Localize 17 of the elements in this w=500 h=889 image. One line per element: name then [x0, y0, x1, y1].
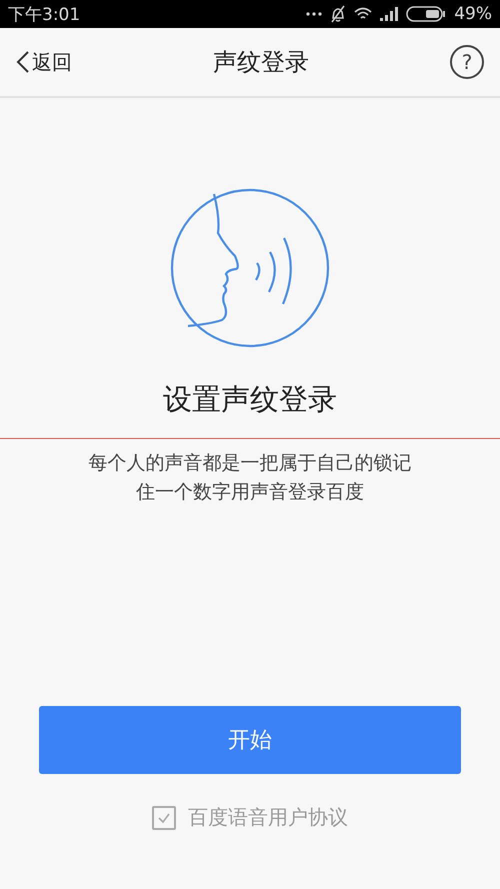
start-button[interactable]: 开始 [39, 706, 461, 774]
battery-icon [406, 6, 446, 22]
description-text: 每个人的声音都是一把属于自己的锁记住一个数字用声音登录百度 [88, 451, 412, 505]
signal-icon [380, 7, 398, 21]
back-button[interactable]: 返回 [16, 48, 72, 76]
mute-icon [330, 5, 346, 23]
agreement-checkbox[interactable] [152, 806, 176, 830]
more-icon [306, 12, 322, 16]
setup-heading: 设置声纹登录 [162, 381, 338, 418]
status-time: 下午3:01 [8, 4, 80, 26]
help-button[interactable]: ? [450, 45, 484, 79]
page-title: 声纹登录 [213, 47, 309, 78]
wifi-icon [354, 7, 372, 21]
check-icon [157, 812, 171, 824]
chevron-left-icon [16, 50, 30, 74]
battery-percent: 49% [454, 4, 492, 24]
speaking-head-icon [170, 188, 330, 348]
